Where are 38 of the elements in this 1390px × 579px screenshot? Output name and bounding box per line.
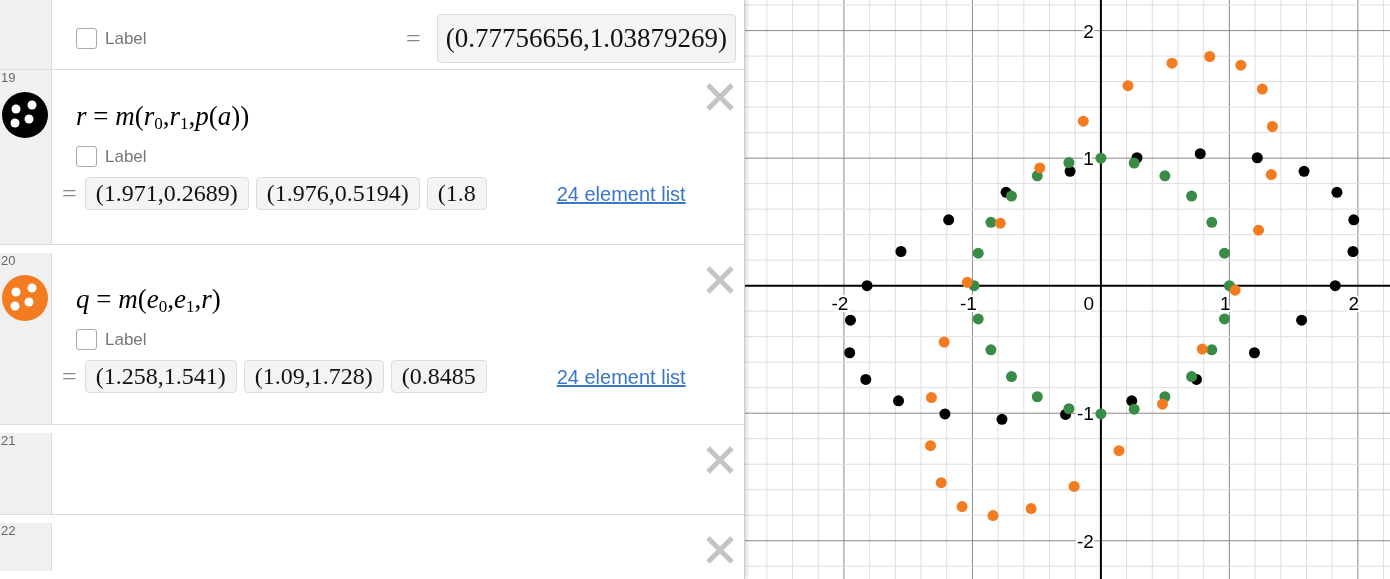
axis-label: 2 [1348, 292, 1360, 314]
checkbox[interactable] [76, 28, 97, 49]
value-output: (0.77756656,1.03879269) [436, 14, 736, 63]
math-expression: q = m(e$_{0}$,e$_{1}$,r) [76, 283, 221, 316]
row-number: 22 [1, 524, 16, 537]
axis-label: -1 [1077, 403, 1094, 425]
list-value: (1.976,0.5194) [255, 177, 420, 211]
equals-sign: = [62, 361, 77, 393]
element-list-link[interactable]: 24 element list [556, 364, 686, 389]
points-icon[interactable] [1, 91, 49, 139]
equals-sign: = [62, 178, 77, 210]
equals-sign: = [406, 23, 421, 55]
list-value: (1.971,0.2689) [84, 177, 249, 211]
list-value: (0.8485 [390, 360, 487, 394]
list-value: (1.09,1.728) [243, 360, 384, 394]
axis-label: -2 [1077, 530, 1094, 552]
math-expression: r = m(r$_{0}$,r$_{1}$,p(a)) [76, 100, 250, 133]
close-icon[interactable] [705, 535, 735, 565]
list-value: (1.258,1.541) [84, 360, 237, 394]
row-number: 20 [1, 254, 16, 267]
checkbox-label: Label [105, 146, 147, 168]
axis-label: -1 [959, 292, 977, 314]
close-icon[interactable] [705, 445, 735, 475]
element-list-link[interactable]: 24 element list [556, 181, 686, 206]
close-icon[interactable] [705, 82, 735, 112]
axis-label: 0 [1083, 292, 1095, 314]
checkbox[interactable] [76, 146, 97, 168]
checkbox-label: Label [105, 329, 147, 351]
axis-label: -2 [831, 292, 849, 314]
close-icon[interactable] [705, 265, 735, 295]
checkbox-label: Label [105, 27, 147, 50]
row-number: 21 [1, 434, 16, 447]
row-number: 19 [1, 71, 16, 84]
checkbox[interactable] [76, 329, 97, 351]
axis-label: 1 [1220, 292, 1231, 314]
axis-label: 1 [1083, 148, 1094, 170]
axis-label: 2 [1083, 20, 1094, 42]
list-value: (1.8 [426, 177, 487, 211]
